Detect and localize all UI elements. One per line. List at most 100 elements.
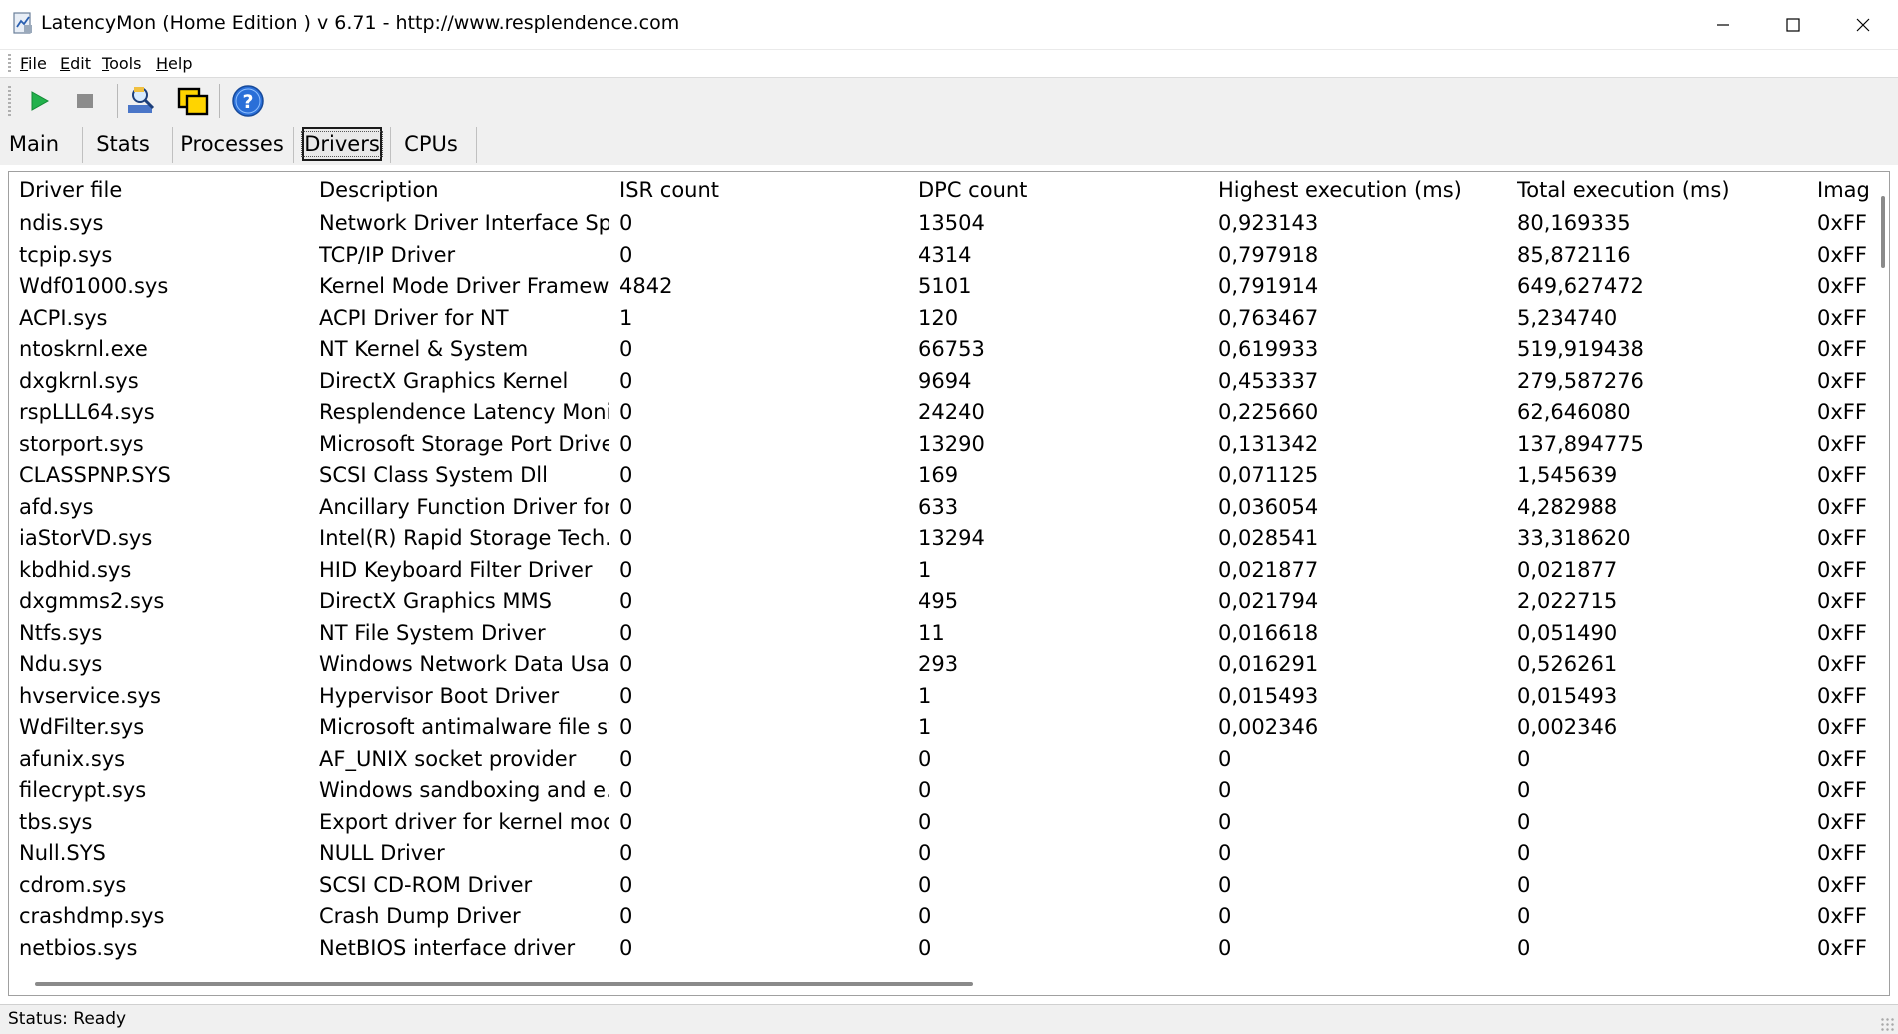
total-execution-cell: 0 xyxy=(1517,778,1531,802)
total-execution-cell: 0,051490 xyxy=(1517,620,1618,645)
description-cell: TCP/IP Driver xyxy=(319,242,456,267)
table-row[interactable]: Ntfs.sys NT File System Driver 0 11 0,016618… xyxy=(9,618,1869,650)
total-execution-cell: 0,002346 xyxy=(1517,715,1618,739)
close-button[interactable] xyxy=(1828,0,1898,49)
windows-button[interactable] xyxy=(174,82,212,120)
tab-main[interactable]: Main xyxy=(4,127,64,161)
driver-file-cell: WdFilter.sys xyxy=(19,715,145,739)
dpc-count-cell: 120 xyxy=(918,305,959,330)
column-header[interactable]: ISR count xyxy=(619,172,909,208)
vertical-scrollbar[interactable] xyxy=(1871,172,1889,972)
resize-grip[interactable] xyxy=(1880,1017,1894,1031)
menu-tools[interactable]: Tools xyxy=(102,54,141,73)
menu-grip xyxy=(8,54,11,73)
image-base-cell: 0xFF xyxy=(1817,620,1867,645)
table-row[interactable]: cdrom.sys SCSI CD-ROM Driver 0 0 0 0 0xFF xyxy=(9,870,1869,902)
table-row[interactable]: WdFilter.sys Microsoft antimalware file s… xyxy=(9,712,1869,744)
isr-count-cell: 0 xyxy=(619,715,633,739)
highest-execution-cell: 0 xyxy=(1218,778,1232,802)
column-header[interactable]: Imag xyxy=(1817,172,1877,208)
table-row[interactable]: afunix.sys AF_UNIX socket provider 0 0 0 0 0xF… xyxy=(9,744,1869,776)
menu-edit[interactable]: Edit xyxy=(60,54,91,73)
total-execution-cell: 0 xyxy=(1517,746,1531,771)
table-row[interactable]: tcpip.sys TCP/IP Driver 0 4314 0,797918 85,87… xyxy=(9,240,1869,272)
image-base-cell: 0xFF xyxy=(1817,305,1867,330)
isr-count-cell: 4842 xyxy=(619,274,673,298)
image-base-cell: 0xFF xyxy=(1817,368,1867,393)
column-header[interactable]: Description xyxy=(319,172,609,208)
table-row[interactable]: netbios.sys NetBIOS interface driver 0 0 0 0 0… xyxy=(9,933,1869,965)
tab-cpus[interactable]: CPUs xyxy=(398,127,464,161)
table-row[interactable]: dxgmms2.sys DirectX Graphics MMS 0 495 0,021… xyxy=(9,586,1869,618)
total-execution-cell: 85,872116 xyxy=(1517,242,1631,267)
description-cell: Windows sandboxing and e... xyxy=(319,778,609,802)
total-execution-cell: 0 xyxy=(1517,809,1531,834)
drivers-list-view[interactable]: Driver file Description ISR count DPC count… xyxy=(8,171,1890,996)
tab-stats[interactable]: Stats xyxy=(88,127,158,161)
maximize-button[interactable] xyxy=(1758,0,1828,49)
table-row[interactable]: ntoskrnl.exe NT Kernel & System 0 66753 0,61… xyxy=(9,334,1869,366)
highest-execution-cell: 0 xyxy=(1218,746,1232,771)
table-row[interactable]: crashdmp.sys Crash Dump Driver 0 0 0 0 0xFF xyxy=(9,901,1869,933)
table-row[interactable]: tbs.sys Export driver for kernel mod... 0 0… xyxy=(9,807,1869,839)
table-row[interactable]: CLASSPNP.SYS SCSI Class System Dll 0 169 0,0… xyxy=(9,460,1869,492)
horizontal-scroll-thumb[interactable] xyxy=(35,982,973,986)
table-row[interactable]: rspLLL64.sys Resplendence Latency Monit..… xyxy=(9,397,1869,429)
driver-file-cell: Ndu.sys xyxy=(19,652,103,676)
table-row[interactable]: Wdf01000.sys Kernel Mode Driver Framew...… xyxy=(9,271,1869,303)
highest-execution-cell: 0,002346 xyxy=(1218,715,1319,739)
isr-count-cell: 0 xyxy=(619,904,633,928)
highest-execution-cell: 0,016291 xyxy=(1218,652,1319,676)
isr-count-cell: 0 xyxy=(619,620,633,645)
table-row[interactable]: dxgkrnl.sys DirectX Graphics Kernel 0 9694 0… xyxy=(9,366,1869,398)
menu-help[interactable]: Help xyxy=(156,54,192,73)
tab-bar: Main Stats Processes Drivers CPUs xyxy=(0,123,1898,165)
table-row[interactable]: hvservice.sys Hypervisor Boot Driver 0 1 0,0… xyxy=(9,681,1869,713)
description-cell: SCSI Class System Dll xyxy=(319,463,548,487)
windows-icon xyxy=(177,87,209,116)
column-header[interactable]: Highest execution (ms) xyxy=(1218,172,1508,208)
isr-count-cell: 0 xyxy=(619,337,633,361)
total-execution-cell: 519,919438 xyxy=(1517,337,1644,361)
tab-processes[interactable]: Processes xyxy=(180,127,284,161)
isr-count-cell: 0 xyxy=(619,778,633,802)
table-row[interactable]: ACPI.sys ACPI Driver for NT 1 120 0,763467 5,… xyxy=(9,303,1869,335)
isr-count-cell: 0 xyxy=(619,494,633,519)
dpc-count-cell: 0 xyxy=(918,841,932,865)
tools-button[interactable] xyxy=(124,82,162,120)
table-row[interactable]: iaStorVD.sys Intel(R) Rapid Storage Tech.… xyxy=(9,523,1869,555)
driver-file-cell: iaStorVD.sys xyxy=(19,526,153,550)
total-execution-cell: 0 xyxy=(1517,935,1531,960)
image-base-cell: 0xFF xyxy=(1817,526,1867,550)
highest-execution-cell: 0,453337 xyxy=(1218,368,1319,393)
table-row[interactable]: ndis.sys Network Driver Interface Sp... 0 1… xyxy=(9,208,1869,240)
dpc-count-cell: 9694 xyxy=(918,368,972,393)
table-row[interactable]: afd.sys Ancillary Function Driver for ...… xyxy=(9,492,1869,524)
dpc-count-cell: 633 xyxy=(918,494,959,519)
table-row[interactable]: Null.SYS NULL Driver 0 0 0 0 0xFF xyxy=(9,838,1869,870)
vertical-scroll-thumb[interactable] xyxy=(1881,196,1885,268)
total-execution-cell: 649,627472 xyxy=(1517,274,1644,298)
column-header[interactable]: DPC count xyxy=(918,172,1208,208)
isr-count-cell: 0 xyxy=(619,463,633,487)
driver-file-cell: afunix.sys xyxy=(19,746,126,771)
menu-file[interactable]: File xyxy=(20,54,47,73)
table-row[interactable]: kbdhid.sys HID Keyboard Filter Driver 0 1 0,… xyxy=(9,555,1869,587)
help-button[interactable]: ? xyxy=(229,82,267,120)
start-button[interactable] xyxy=(20,82,58,120)
stop-button[interactable] xyxy=(66,82,104,120)
play-icon xyxy=(31,91,50,111)
description-cell: Microsoft antimalware file sys... xyxy=(319,715,609,739)
tab-drivers[interactable]: Drivers xyxy=(301,127,383,161)
horizontal-scrollbar[interactable] xyxy=(9,973,1869,995)
column-header[interactable]: Total execution (ms) xyxy=(1517,172,1807,208)
table-row[interactable]: storport.sys Microsoft Storage Port Drive… xyxy=(9,429,1869,461)
minimize-button[interactable] xyxy=(1688,0,1758,49)
table-row[interactable]: filecrypt.sys Windows sandboxing and e...… xyxy=(9,775,1869,807)
table-row[interactable]: Ndu.sys Windows Network Data Usa... 0 293 0,… xyxy=(9,649,1869,681)
image-base-cell: 0xFF xyxy=(1817,652,1867,676)
description-cell: Ancillary Function Driver for ... xyxy=(319,494,609,519)
isr-count-cell: 0 xyxy=(619,368,633,393)
column-header[interactable]: Driver file xyxy=(19,172,309,208)
image-base-cell: 0xFF xyxy=(1817,935,1867,960)
